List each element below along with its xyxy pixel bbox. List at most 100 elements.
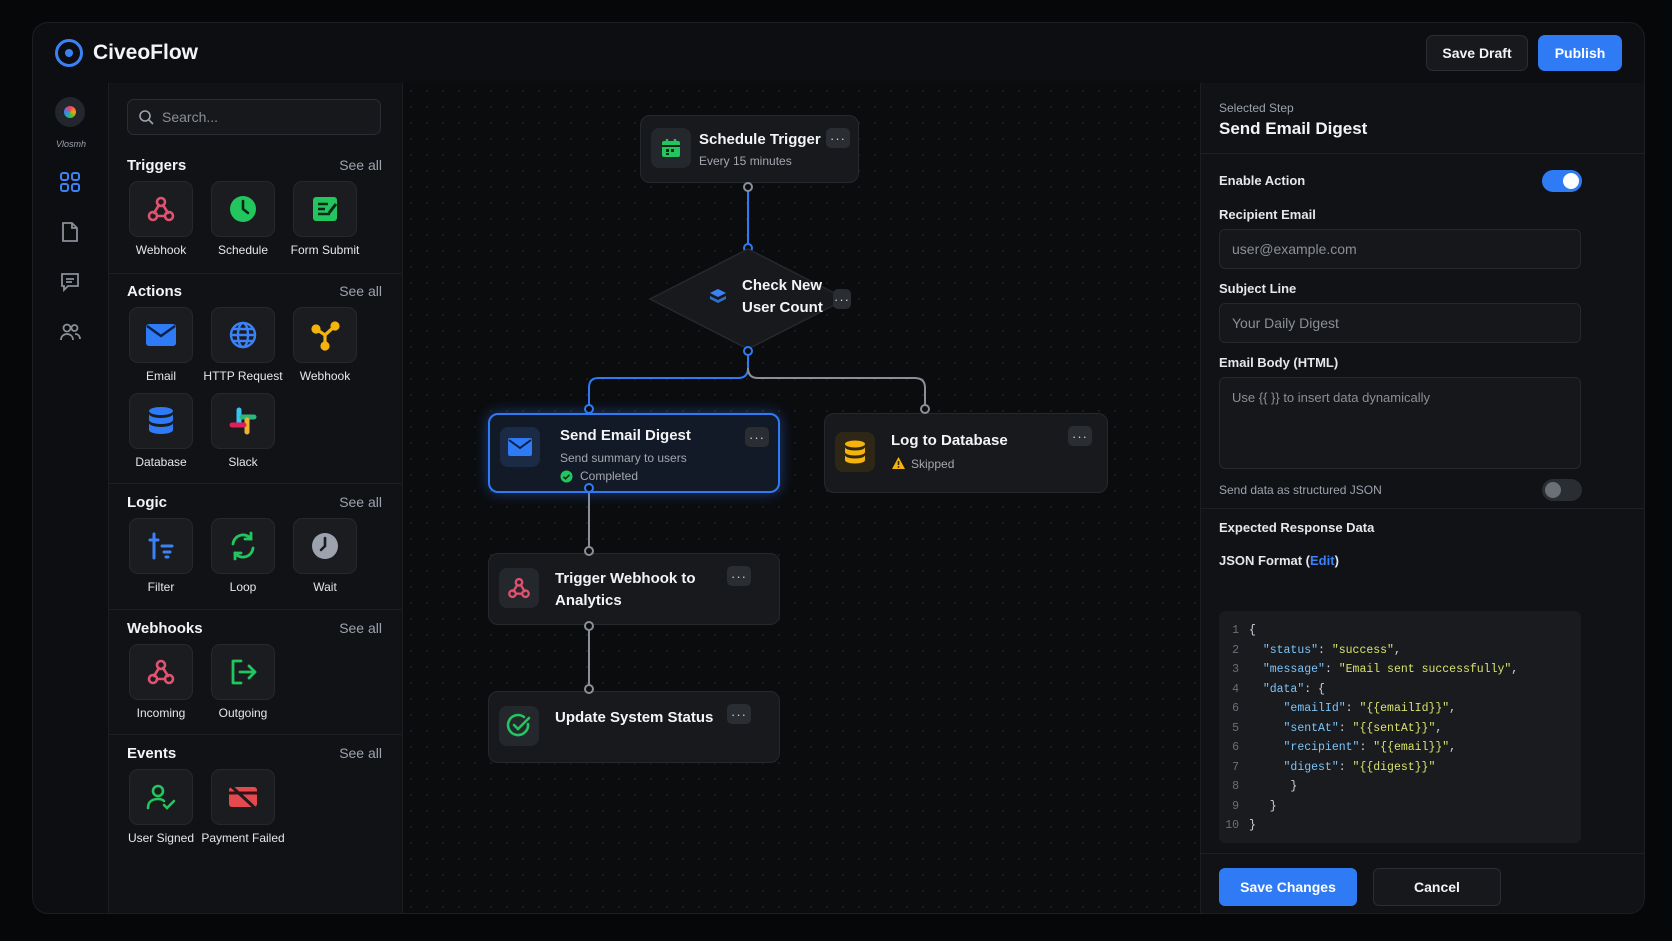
webhook-branch-icon: [311, 321, 340, 351]
events-see-all[interactable]: See all: [339, 745, 382, 761]
email-icon: [146, 324, 176, 346]
node-menu-button[interactable]: ···: [833, 289, 851, 309]
node-schedule-trigger[interactable]: Schedule Trigger Every 15 minutes ···: [640, 115, 859, 183]
cancel-button[interactable]: Cancel: [1373, 868, 1501, 906]
user-avatar[interactable]: [55, 97, 85, 127]
tile-loop[interactable]: Loop: [200, 518, 286, 595]
tile-filter[interactable]: Filter: [118, 518, 204, 595]
node-menu-button[interactable]: ···: [826, 128, 850, 148]
json-format-label: JSON Format (Edit): [1219, 553, 1339, 568]
tile-webhook-action[interactable]: Webhook: [282, 307, 368, 384]
json-format-text: JSON Format (: [1219, 553, 1311, 568]
search-icon: [139, 110, 154, 125]
node-title: Trigger Webhook to Analytics: [555, 568, 696, 612]
tile-email[interactable]: Email: [118, 307, 204, 384]
code-value: "{{emailId}}": [1359, 702, 1450, 716]
line-number: 3: [1232, 663, 1239, 677]
node-menu-button[interactable]: ···: [727, 566, 751, 586]
subject-line-input[interactable]: [1219, 303, 1581, 343]
calendar-icon: [651, 128, 691, 168]
port[interactable]: [584, 546, 594, 556]
tile-payment-failed[interactable]: Payment Failed: [200, 769, 286, 846]
grid-icon[interactable]: [55, 167, 85, 197]
webhooks-see-all[interactable]: See all: [339, 620, 382, 636]
tile-http-request[interactable]: HTTP Request: [200, 307, 286, 384]
tile-slack[interactable]: Slack: [200, 393, 286, 470]
port[interactable]: [743, 182, 753, 192]
webhook-icon: [499, 568, 539, 608]
civeoflow-logo-icon: [55, 39, 83, 67]
user-caption: Vlosmh: [55, 139, 86, 149]
line-number: 8: [1232, 780, 1239, 794]
triggers-see-all[interactable]: See all: [339, 157, 382, 173]
code-key: "emailId": [1283, 702, 1346, 716]
node-log-to-database[interactable]: Log to Database Skipped ···: [824, 413, 1108, 493]
search-box[interactable]: [127, 99, 381, 135]
json-edit-link[interactable]: Edit: [1310, 553, 1335, 568]
publish-button[interactable]: Publish: [1538, 35, 1622, 71]
tile-form-submit[interactable]: Form Submit: [282, 181, 368, 258]
node-menu-button[interactable]: ···: [745, 427, 769, 447]
database-icon: [835, 432, 875, 472]
port[interactable]: [584, 404, 594, 414]
tile-incoming[interactable]: Incoming: [118, 644, 204, 721]
code-key: "message": [1262, 663, 1325, 677]
properties-panel: Selected Step Send Email Digest Enable A…: [1200, 83, 1644, 913]
email-body-textarea[interactable]: [1219, 377, 1581, 469]
node-trigger-webhook[interactable]: Trigger Webhook to Analytics ···: [488, 553, 780, 625]
tile-schedule[interactable]: Schedule: [200, 181, 286, 258]
port[interactable]: [920, 404, 930, 414]
node-update-system-status[interactable]: Update System Status ···: [488, 691, 780, 763]
tile-label: Schedule: [217, 243, 269, 257]
tile-label: HTTP Request: [203, 369, 283, 383]
actions-title: Actions: [127, 283, 183, 300]
code-value: "success": [1331, 643, 1394, 657]
users-icon[interactable]: [55, 317, 85, 347]
logic-title: Logic: [127, 494, 167, 511]
app-window: CiveoFlow Save Draft Publish Vlosmh Trig…: [32, 22, 1645, 914]
form-icon: [313, 197, 338, 221]
node-title-line: Analytics: [555, 592, 622, 609]
tile-label: Webhook: [135, 243, 187, 257]
port[interactable]: [584, 483, 594, 493]
recipient-email-label: Recipient Email: [1219, 207, 1316, 222]
workflow-canvas[interactable]: Schedule Trigger Every 15 minutes ··· Ch…: [403, 83, 1200, 913]
app-name: CiveoFlow: [93, 41, 199, 64]
node-send-email-digest[interactable]: Send Email Digest Send summary to users …: [488, 413, 780, 493]
tile-user-signed[interactable]: User Signed: [118, 769, 204, 846]
code-key: "data": [1262, 682, 1305, 696]
component-palette: Triggers See all Webhook Schedule Form S…: [109, 83, 403, 913]
tile-webhook-trigger[interactable]: Webhook: [118, 181, 204, 258]
chat-icon[interactable]: [55, 267, 85, 297]
enable-action-toggle[interactable]: [1542, 170, 1582, 192]
tile-label: Filter: [147, 580, 175, 594]
line-number: 2: [1232, 643, 1239, 657]
tile-label: Email: [145, 369, 176, 383]
save-draft-button[interactable]: Save Draft: [1426, 35, 1528, 71]
line-number: 10: [1225, 819, 1239, 833]
webhook-icon: [147, 196, 175, 222]
line-number: 9: [1232, 799, 1239, 813]
code-key: "recipient": [1283, 741, 1360, 755]
document-icon[interactable]: [55, 217, 85, 247]
save-changes-button[interactable]: Save Changes: [1219, 868, 1357, 906]
tile-label: Payment Failed: [201, 831, 285, 845]
node-menu-button[interactable]: ···: [727, 704, 751, 724]
port[interactable]: [584, 621, 594, 631]
tile-label: User Signed: [127, 831, 195, 845]
port[interactable]: [584, 684, 594, 694]
actions-see-all[interactable]: See all: [339, 283, 382, 299]
database-icon: [149, 407, 173, 434]
logic-see-all[interactable]: See all: [339, 494, 382, 510]
port[interactable]: [743, 346, 753, 356]
tile-database[interactable]: Database: [118, 393, 204, 470]
recipient-email-input[interactable]: [1219, 229, 1581, 269]
tile-outgoing[interactable]: Outgoing: [200, 644, 286, 721]
json-code-editor[interactable]: 1{ 2 "status": "success", 3 "message": "…: [1219, 611, 1581, 843]
node-menu-button[interactable]: ···: [1068, 426, 1092, 446]
structured-json-toggle[interactable]: [1542, 479, 1582, 501]
node-title: Log to Database: [891, 432, 1008, 449]
search-input[interactable]: [162, 109, 362, 125]
subject-line-label: Subject Line: [1219, 281, 1297, 296]
tile-wait[interactable]: Wait: [282, 518, 368, 595]
